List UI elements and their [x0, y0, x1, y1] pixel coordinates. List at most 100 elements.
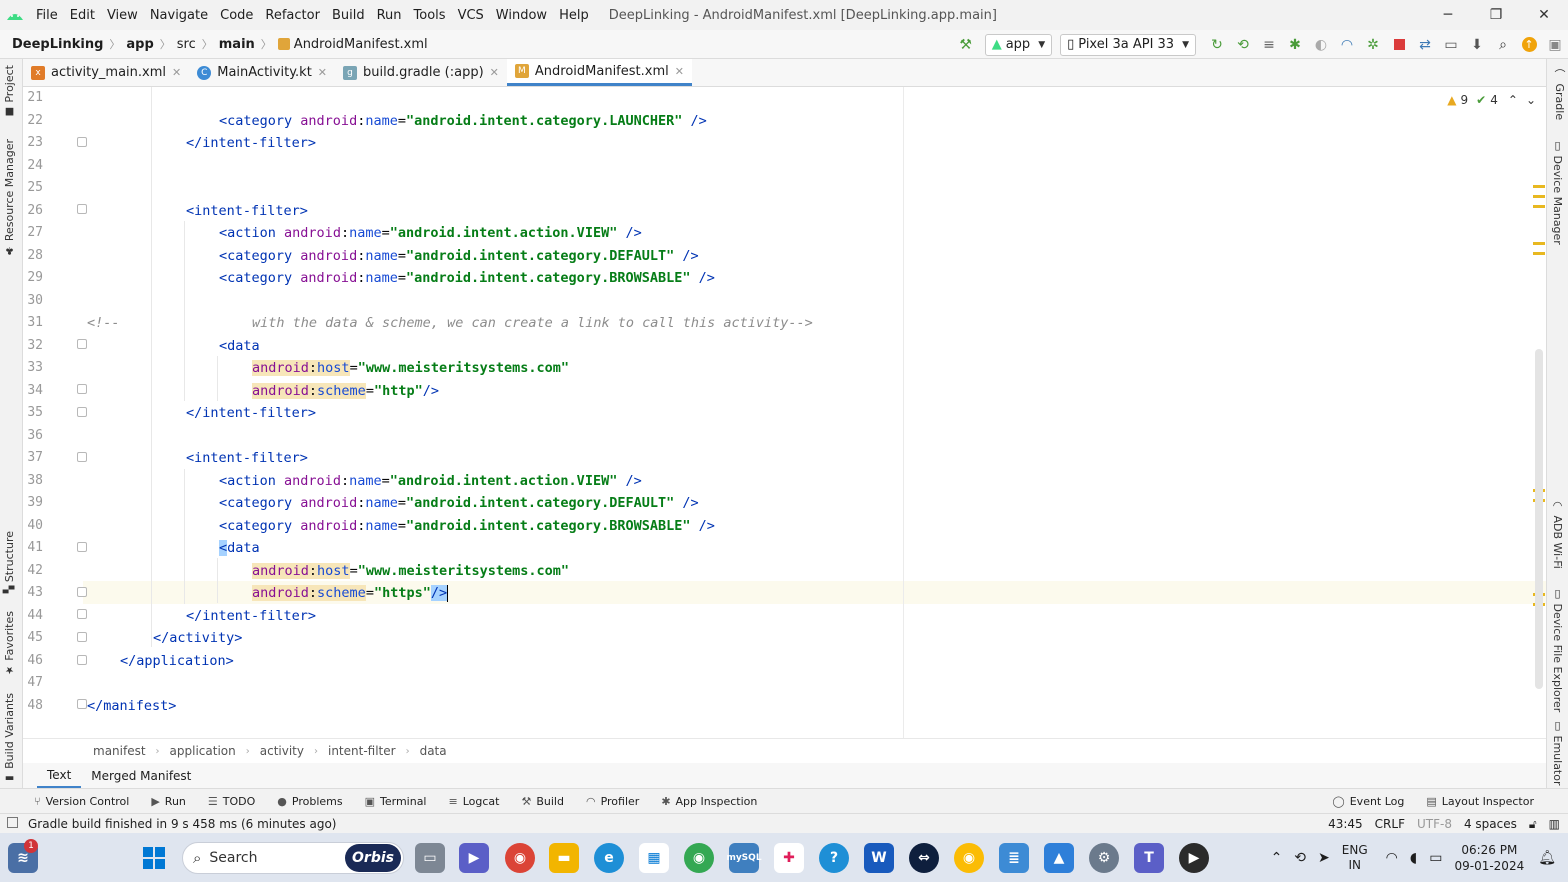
fold-marker-icon[interactable] — [77, 137, 87, 147]
search-icon[interactable]: ⌕ — [1490, 34, 1516, 56]
fold-marker-icon[interactable] — [77, 587, 87, 597]
photos-icon[interactable]: ▲ — [1044, 843, 1074, 873]
tab-main-activity[interactable]: C MainActivity.kt ✕ — [189, 59, 335, 86]
crumb-main[interactable]: main — [219, 37, 255, 52]
problems-button[interactable]: ● Problems — [277, 795, 342, 808]
build-variants-tool-button[interactable]: ▬ Build Variants — [3, 693, 16, 787]
media-player-icon[interactable]: ▶ — [1179, 843, 1209, 873]
battery-icon[interactable]: ▭ — [1429, 850, 1442, 866]
fold-marker-icon[interactable] — [77, 204, 87, 214]
volume-icon[interactable]: ◖ — [1410, 850, 1417, 866]
hammer-build-icon[interactable]: ⚒ — [953, 34, 979, 56]
word-icon[interactable]: W — [864, 843, 894, 873]
run-button[interactable]: ▶ Run — [151, 795, 186, 808]
line-separator[interactable]: CRLF — [1375, 817, 1405, 831]
menu-build[interactable]: Build — [326, 8, 371, 23]
gradle-tool-button[interactable]: ⌒ Gradle — [1551, 69, 1567, 120]
inspection-widget[interactable]: ▲ 9 ✔ 4 ⌃ ⌄ — [1443, 93, 1536, 107]
fold-marker-icon[interactable] — [77, 384, 87, 394]
device-manager-icon[interactable]: ▭ — [1438, 34, 1464, 56]
fold-marker-icon[interactable] — [77, 655, 87, 665]
lock-icon[interactable]: 🔓︎ — [1529, 817, 1537, 832]
error-stripe-marker[interactable] — [1533, 195, 1545, 198]
status-message[interactable]: Gradle build finished in 9 s 458 ms (6 m… — [0, 817, 336, 831]
language-indicator[interactable]: ENG IN — [1342, 843, 1368, 873]
error-stripe-marker[interactable] — [1533, 242, 1545, 245]
fold-marker-icon[interactable] — [77, 339, 87, 349]
debug-icon[interactable]: ✱ — [1282, 34, 1308, 56]
error-stripe-marker[interactable] — [1533, 205, 1545, 208]
todo-button[interactable]: ☰ TODO — [208, 795, 255, 808]
tab-text[interactable]: Text — [37, 763, 82, 788]
slack-icon[interactable]: ✚ — [774, 843, 804, 873]
teams-icon[interactable]: T — [1134, 843, 1164, 873]
location-icon[interactable]: ➤ — [1318, 850, 1330, 866]
run-config-select[interactable]: ▲ app ▼ — [984, 33, 1053, 56]
indent-setting[interactable]: 4 spaces — [1464, 817, 1517, 831]
favorites-tool-button[interactable]: ★ Favorites — [3, 611, 16, 679]
device-select[interactable]: ▯ Pixel 3a API 33 ▼ — [1060, 33, 1196, 56]
maximize-button[interactable]: ❐ — [1472, 0, 1520, 30]
tab-build-gradle[interactable]: g build.gradle (:app) ✕ — [335, 59, 507, 86]
device-manager-tool-button[interactable]: ▯ Device Manager — [1551, 139, 1564, 245]
layout-inspector-button[interactable]: ▤ Layout Inspector — [1426, 795, 1534, 808]
microsoft-store-icon[interactable]: ▦ — [639, 843, 669, 873]
code-editor[interactable]: 21 22 23 24 25 26 27 28 29 30 31 32 33 3… — [23, 87, 1546, 738]
xml-crumb-application[interactable]: application — [170, 744, 236, 758]
crumb-file[interactable]: AndroidManifest.xml — [294, 37, 428, 52]
close-icon[interactable]: ✕ — [172, 66, 181, 79]
teamviewer-icon[interactable]: ⇔ — [909, 843, 939, 873]
adb-wifi-tool-button[interactable]: ◠ ADB Wi-Fi — [1551, 499, 1564, 569]
xml-crumb-manifest[interactable]: manifest — [93, 744, 146, 758]
fold-marker-icon[interactable] — [77, 542, 87, 552]
wifi-icon[interactable]: ◠ — [1386, 850, 1398, 866]
teams-chat-icon[interactable]: ▶ — [459, 843, 489, 873]
menu-file[interactable]: File — [30, 8, 64, 23]
notifications-bell-icon[interactable]: 🔔︎ — [1538, 850, 1556, 866]
app-inspection-button[interactable]: ✱ App Inspection — [661, 795, 757, 808]
terminal-button[interactable]: ▣ Terminal — [365, 795, 427, 808]
menu-tools[interactable]: Tools — [408, 8, 452, 23]
next-highlight-icon[interactable]: ⌄ — [1526, 93, 1536, 107]
menu-view[interactable]: View — [101, 8, 144, 23]
fold-marker-icon[interactable] — [77, 407, 87, 417]
logcat-button[interactable]: ≡ Logcat — [449, 795, 500, 808]
profiler-button[interactable]: ◠ Profiler — [586, 795, 639, 808]
version-control-button[interactable]: ⑂ Version Control — [34, 795, 129, 808]
sdk-manager-icon[interactable]: ⬇ — [1464, 34, 1490, 56]
caret-position[interactable]: 43:45 — [1328, 817, 1363, 831]
sync-gradle-icon[interactable]: ⇄ — [1412, 34, 1438, 56]
file-explorer-icon[interactable]: ▬ — [549, 843, 579, 873]
fold-marker-icon[interactable] — [77, 609, 87, 619]
xml-crumb-activity[interactable]: activity — [260, 744, 304, 758]
line-number-gutter[interactable]: 21 22 23 24 25 26 27 28 29 30 31 32 33 3… — [23, 87, 87, 738]
close-icon[interactable]: ✕ — [318, 66, 327, 79]
chrome-icon[interactable]: ◉ — [684, 843, 714, 873]
menu-run[interactable]: Run — [371, 8, 408, 23]
xml-crumb-intent-filter[interactable]: intent-filter — [328, 744, 396, 758]
edge-icon[interactable]: e — [594, 843, 624, 873]
event-log-button[interactable]: ◯ Event Log — [1332, 795, 1404, 808]
previous-highlight-icon[interactable]: ⌃ — [1508, 93, 1518, 107]
resource-manager-tool-button[interactable]: ♣ Resource Manager — [3, 139, 16, 260]
status-toggle-icon[interactable] — [7, 817, 18, 828]
close-icon[interactable]: ✕ — [490, 66, 499, 79]
menu-code[interactable]: Code — [214, 8, 259, 23]
structure-tool-button[interactable]: ▚ Structure — [3, 531, 16, 597]
attach-debugger-icon[interactable]: ✲ — [1360, 34, 1386, 56]
emulator-tool-button[interactable]: ▯ Emulator — [1551, 719, 1564, 786]
tab-merged-manifest[interactable]: Merged Manifest — [81, 763, 201, 788]
menu-navigate[interactable]: Navigate — [144, 8, 214, 23]
chrome-profile-icon[interactable]: ◉ — [505, 843, 535, 873]
code-area[interactable]: <category android:name="android.intent.c… — [87, 87, 1487, 738]
stop-icon[interactable] — [1386, 34, 1412, 56]
apply-code-changes-icon[interactable]: ⟲ — [1230, 34, 1256, 56]
fold-marker-icon[interactable] — [77, 699, 87, 709]
windows-start-icon[interactable] — [139, 843, 169, 873]
settings-icon[interactable]: ⚙ — [1089, 843, 1119, 873]
update-icon[interactable]: ↑ — [1516, 34, 1542, 56]
menu-window[interactable]: Window — [490, 8, 553, 23]
taskbar-search-input[interactable]: ⌕ Search Orbis — [182, 842, 404, 874]
task-view-icon[interactable]: ▭ — [415, 843, 445, 873]
run-tasks-icon[interactable]: ≡ — [1256, 34, 1282, 56]
